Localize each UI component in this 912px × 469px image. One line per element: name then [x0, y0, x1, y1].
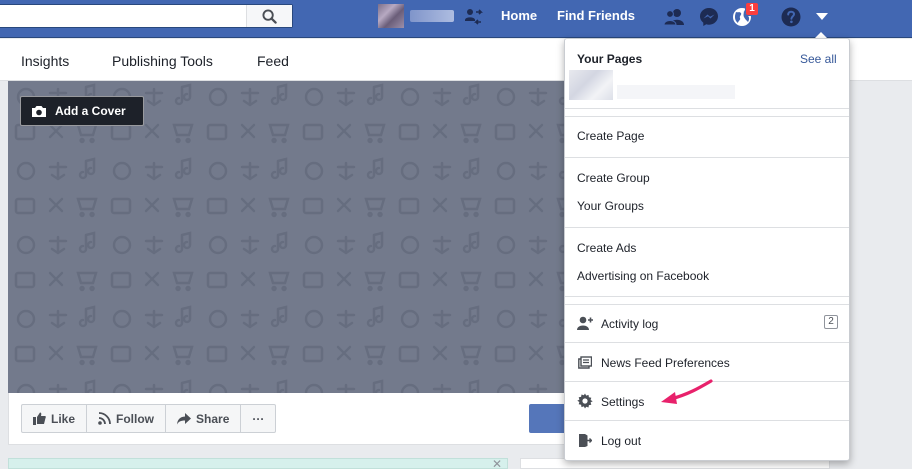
follow-button[interactable]: Follow — [87, 404, 167, 433]
add-cover-label: Add a Cover — [55, 104, 126, 118]
news-feed-icon — [577, 354, 593, 370]
notifications-badge: 1 — [745, 2, 759, 16]
tab-publishing-tools[interactable]: Publishing Tools — [112, 53, 213, 69]
activity-log-count: 2 — [824, 315, 838, 329]
share-button[interactable]: Share — [166, 404, 242, 433]
annotation-arrow-icon — [661, 379, 713, 404]
menu-item-create-page[interactable]: Create Page — [577, 129, 644, 143]
thumbs-up-icon — [33, 412, 46, 425]
search-input[interactable] — [0, 4, 293, 28]
page-thumbnail[interactable] — [569, 70, 613, 100]
menu-divider — [565, 342, 849, 343]
rss-follow-icon — [98, 412, 111, 425]
menu-item-settings[interactable]: Settings — [601, 395, 644, 409]
camera-icon — [32, 105, 46, 117]
menu-divider — [565, 116, 849, 117]
menu-divider — [565, 304, 849, 305]
cover-photo-area: Add a Cover — [8, 81, 608, 393]
messenger-icon[interactable] — [697, 6, 721, 28]
follow-label: Follow — [116, 411, 155, 426]
account-menu-caret-icon[interactable] — [814, 10, 830, 24]
menu-item-log-out[interactable]: Log out — [601, 434, 641, 448]
add-cover-button[interactable]: Add a Cover — [20, 96, 144, 126]
menu-item-news-feed-preferences[interactable]: News Feed Preferences — [601, 356, 730, 370]
activity-log-icon — [577, 315, 593, 331]
menu-item-your-groups[interactable]: Your Groups — [577, 199, 644, 213]
menu-item-advertising[interactable]: Advertising on Facebook — [577, 269, 709, 283]
menu-divider — [565, 296, 849, 297]
menu-item-activity-log[interactable]: Activity log — [601, 317, 658, 331]
tab-insights[interactable]: Insights — [21, 53, 69, 69]
top-navigation-bar: Home Find Friends 1 — [0, 0, 912, 38]
more-options-button[interactable]: ··· — [241, 404, 277, 433]
cover-placeholder-pattern — [8, 81, 608, 393]
notice-banner — [8, 458, 508, 469]
share-label: Share — [196, 411, 230, 426]
see-all-link[interactable]: See all — [800, 52, 837, 66]
menu-divider — [565, 108, 849, 109]
share-arrow-icon — [177, 412, 192, 424]
friend-requests-icon[interactable] — [662, 6, 686, 28]
avatar — [378, 4, 404, 28]
menu-divider — [565, 157, 849, 158]
find-friends-link[interactable]: Find Friends — [557, 8, 635, 23]
friend-switch-icon[interactable] — [462, 6, 484, 28]
menu-item-create-group[interactable]: Create Group — [577, 171, 650, 185]
menu-divider — [565, 420, 849, 421]
home-link[interactable]: Home — [501, 8, 537, 23]
profile-name-blurred — [410, 10, 454, 22]
menu-item-create-ads[interactable]: Create Ads — [577, 241, 636, 255]
help-icon[interactable] — [780, 6, 802, 28]
close-icon[interactable]: ✕ — [492, 458, 502, 469]
like-button[interactable]: Like — [21, 404, 88, 433]
tab-feed[interactable]: Feed — [257, 53, 289, 69]
like-label: Like — [51, 411, 76, 426]
more-options-label: ··· — [252, 411, 265, 426]
page-actions-row: Like Follow Share ··· — [8, 393, 609, 445]
profile-link[interactable] — [378, 4, 454, 28]
gear-icon — [577, 393, 593, 409]
log-out-icon — [577, 432, 593, 448]
page-action-buttons: Like Follow Share ··· — [21, 404, 277, 433]
search-button[interactable] — [246, 5, 292, 27]
search-icon — [262, 8, 277, 24]
menu-divider — [565, 227, 849, 228]
page-name-blurred[interactable] — [617, 85, 735, 99]
your-pages-heading: Your Pages — [577, 52, 643, 66]
